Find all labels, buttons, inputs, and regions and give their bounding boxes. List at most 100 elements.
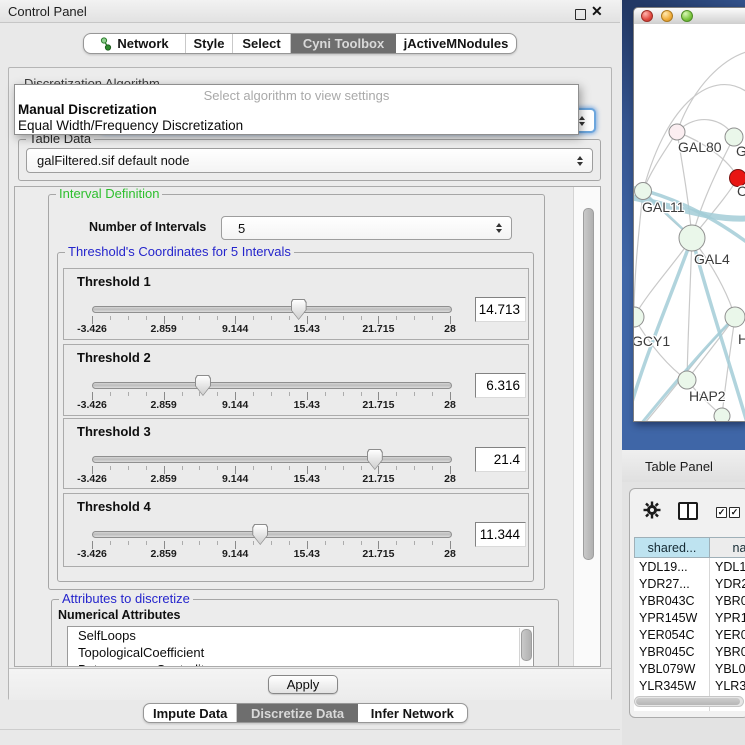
network-node-hap2[interactable] (678, 371, 696, 389)
network-node-h[interactable] (725, 307, 745, 327)
slider-track[interactable] (92, 531, 452, 538)
num-intervals-combobox[interactable]: 5 (221, 216, 512, 240)
slider-tick (199, 541, 200, 545)
combobox-arrows-icon (577, 156, 583, 166)
table-hscrollbar-thumb[interactable] (636, 698, 740, 705)
slider-tick (128, 316, 129, 320)
close-icon[interactable]: ✕ (591, 3, 603, 20)
network-graph: GAL80GACGAL11GAL4GCY1HHAP2 (634, 24, 745, 421)
slider-tick (289, 466, 290, 470)
slider-tick (253, 316, 254, 320)
table-cell: YDL1 (710, 558, 745, 575)
split-view-icon[interactable] (678, 502, 698, 520)
list-scrollbar[interactable] (519, 628, 532, 667)
slider-thumb[interactable] (291, 299, 307, 320)
list-item[interactable]: TopologicalCoefficient (68, 644, 533, 661)
table-panel-header: Table Panel (622, 450, 745, 483)
dropdown-option-equal-width[interactable]: Equal Width/Frequency Discretization (18, 118, 243, 133)
list-item[interactable]: BetweennessCentrality (68, 661, 533, 667)
threshold-value-box[interactable]: 6.316 (475, 373, 526, 398)
tab-label: Style (193, 36, 224, 51)
float-window-icon[interactable] (575, 9, 586, 20)
tick-label: -3.426 (77, 323, 107, 335)
slider-track[interactable] (92, 306, 452, 313)
network-edge[interactable] (643, 132, 677, 191)
tab-select[interactable]: Select (233, 34, 291, 53)
network-node-gal80[interactable] (669, 124, 685, 140)
table-row[interactable]: YLR345WYLR3 (634, 677, 745, 694)
network-edge[interactable] (687, 238, 692, 380)
network-node-label: HAP2 (689, 388, 726, 404)
tab-label: Cyni Toolbox (303, 36, 384, 51)
mac-close-icon[interactable] (641, 10, 653, 22)
table-hscrollbar[interactable] (634, 696, 744, 707)
table-cell: YER054C (634, 626, 710, 643)
slider-tick (325, 316, 326, 320)
numerical-attributes-list[interactable]: SelfLoopsTopologicalCoefficientBetweenne… (67, 626, 534, 667)
table-row[interactable]: YDR27...YDR2 (634, 575, 745, 592)
slider-tick (199, 316, 200, 320)
network-edge[interactable] (634, 238, 692, 317)
tab-discretize-data[interactable]: Discretize Data (237, 704, 357, 722)
table-row[interactable]: YBR045CYBR0 (634, 643, 745, 660)
settings-scrollbar[interactable] (573, 187, 601, 666)
table-row[interactable]: YPR145WYPR1 (634, 609, 745, 626)
network-canvas[interactable]: GAL80GACGAL11GAL4GCY1HHAP2 (634, 24, 745, 421)
slider-track[interactable] (92, 382, 452, 389)
column-header-na[interactable]: na (710, 537, 745, 558)
tick-label: 15.43 (294, 548, 320, 560)
dropdown-option-manual[interactable]: Manual Discretization (18, 102, 157, 117)
network-node-gcy1[interactable] (634, 307, 644, 327)
network-node-gal11[interactable] (635, 183, 652, 200)
table-row[interactable]: YBR043CYBR0 (634, 592, 745, 609)
slider-tick (361, 541, 362, 545)
num-intervals-label: Number of Intervals (89, 220, 206, 234)
checkbox-column-icon[interactable]: ✓ (729, 507, 740, 518)
gear-icon[interactable] (643, 501, 661, 519)
slider-tick (289, 392, 290, 396)
list-scrollbar-thumb[interactable] (521, 629, 532, 661)
slider-tick (396, 541, 397, 545)
mac-minimize-icon[interactable] (661, 10, 673, 22)
mac-zoom-icon[interactable] (681, 10, 693, 22)
table-data-combobox[interactable]: galFiltered.sif default node (26, 148, 593, 173)
list-item[interactable]: SelfLoops (68, 627, 533, 644)
tab-impute-data[interactable]: Impute Data (144, 704, 237, 722)
network-node[interactable] (714, 408, 730, 421)
tab-style[interactable]: Style (186, 34, 233, 53)
tab-infer-network[interactable]: Infer Network (358, 704, 467, 722)
tab-cyni-toolbox[interactable]: Cyni Toolbox (291, 34, 396, 53)
slider-tick (325, 466, 326, 470)
network-node-gal4[interactable] (679, 225, 705, 251)
slider-tick (396, 466, 397, 470)
table-cell: YBR0 (710, 643, 745, 660)
table-row[interactable]: YER054CYER0 (634, 626, 745, 643)
slider-tick (110, 541, 111, 545)
slider-thumb[interactable] (367, 449, 383, 470)
threshold-value-box[interactable]: 21.4 (475, 447, 526, 472)
tab-network[interactable]: Network (84, 34, 186, 53)
slider-tick (110, 392, 111, 396)
threshold-title: Threshold 4 (77, 499, 151, 514)
table-row[interactable]: YBL079WYBL0 (634, 660, 745, 677)
apply-button[interactable]: Apply (268, 675, 338, 694)
table-row[interactable]: YDL19...YDL1 (634, 558, 745, 575)
checkbox-column-icon[interactable]: ✓ (716, 507, 727, 518)
threshold-value-box[interactable]: 11.344 (475, 522, 526, 547)
slider-thumb[interactable] (195, 375, 211, 396)
tick-label: 15.43 (294, 473, 320, 485)
threshold-value-box[interactable]: 14.713 (475, 297, 526, 322)
column-header-shared[interactable]: shared... (634, 537, 710, 558)
table-header-row: shared...na (634, 537, 745, 558)
network-node-label: GAL4 (694, 251, 730, 267)
slider-track[interactable] (92, 456, 452, 463)
slider-thumb[interactable] (252, 524, 268, 545)
node-table: shared...naYDL19...YDL1YDR27...YDR2YBR04… (634, 537, 745, 711)
settings-scrollbar-thumb[interactable] (583, 208, 594, 560)
tick-label: 28 (444, 399, 456, 411)
network-edge[interactable] (634, 238, 692, 416)
table-inner-panel: ✓ ✓ shared...naYDL19...YDL1YDR27...YDR2Y… (629, 488, 745, 718)
table-cell: YPR145W (634, 609, 710, 626)
tab-jactivemnodules[interactable]: jActiveMNodules (396, 34, 516, 53)
network-node-label: GAL11 (642, 199, 685, 215)
